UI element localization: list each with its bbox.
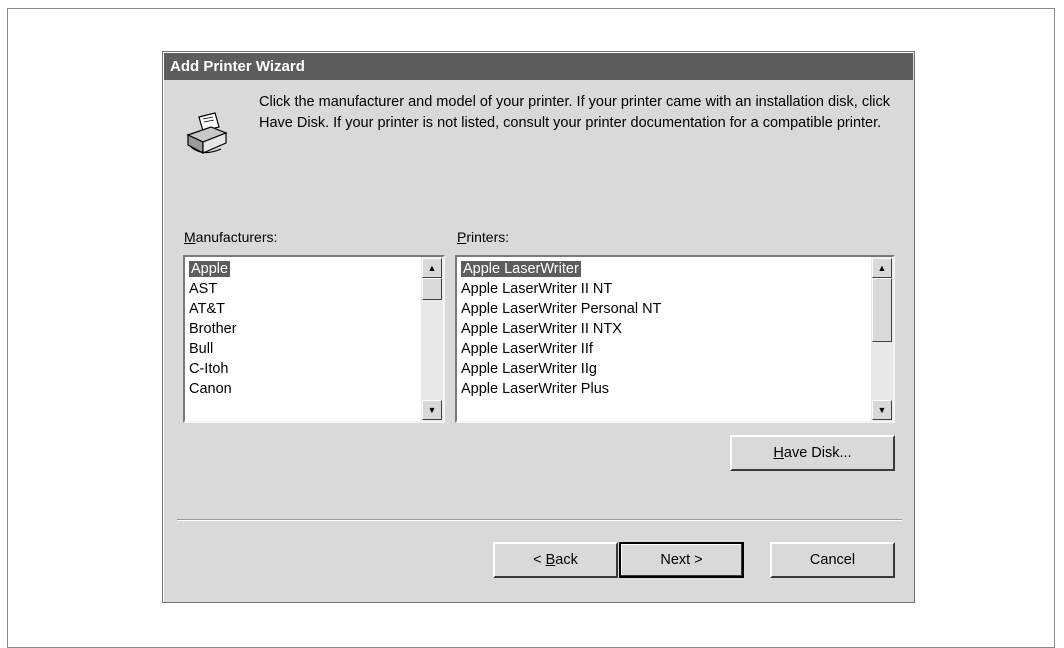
wizard-instructions: Click the manufacturer and model of your… (259, 94, 891, 131)
manufacturers-listbox[interactable]: Apple AST AT&T Brother Bull C-Itoh Canon ▲ ▼ (183, 255, 445, 423)
list-item[interactable]: Apple LaserWriter IIf (459, 339, 869, 359)
printers-scrollbar[interactable]: ▲ ▼ (871, 257, 893, 421)
list-item[interactable]: C-Itoh (187, 359, 419, 379)
list-item[interactable]: Apple LaserWriter IIg (459, 359, 869, 379)
list-item[interactable]: Apple LaserWriter II NTX (459, 319, 869, 339)
list-item[interactable]: Canon (187, 379, 419, 399)
list-item[interactable]: Brother (187, 319, 419, 339)
list-item[interactable]: Apple LaserWriter (459, 259, 869, 279)
list-item[interactable]: Bull (187, 339, 419, 359)
have-disk-button[interactable]: Have Disk... (730, 435, 895, 471)
scroll-down-arrow-icon[interactable]: ▼ (422, 400, 442, 420)
printers-listbox[interactable]: Apple LaserWriter Apple LaserWriter II NT… (455, 255, 895, 423)
list-item[interactable]: AT&T (187, 299, 419, 319)
list-item[interactable]: Apple LaserWriter Personal NT (459, 299, 869, 319)
list-item[interactable]: Apple LaserWriter II NT (459, 279, 869, 299)
scroll-up-arrow-icon[interactable]: ▲ (872, 258, 892, 278)
scroll-down-arrow-icon[interactable]: ▼ (872, 400, 892, 420)
add-printer-wizard-dialog: Add Printer Wizard Click the manufacture… (162, 51, 915, 603)
manufacturers-label: Manufacturers: (184, 229, 278, 245)
manufacturers-list: Apple AST AT&T Brother Bull C-Itoh Canon (187, 259, 419, 419)
printer-icon (186, 112, 228, 154)
list-item[interactable]: Apple LaserWriter Plus (459, 379, 869, 399)
next-button[interactable]: Next > (619, 542, 744, 578)
dialog-title: Add Printer Wizard (164, 53, 913, 80)
scroll-thumb[interactable] (872, 278, 892, 342)
cancel-button[interactable]: Cancel (770, 542, 895, 578)
list-item[interactable]: Apple (187, 259, 419, 279)
manufacturers-scrollbar[interactable]: ▲ ▼ (421, 257, 443, 421)
back-button[interactable]: < Back (493, 542, 618, 578)
scroll-up-arrow-icon[interactable]: ▲ (422, 258, 442, 278)
scroll-thumb[interactable] (422, 278, 442, 300)
printers-list: Apple LaserWriter Apple LaserWriter II NT… (459, 259, 869, 419)
list-item[interactable]: AST (187, 279, 419, 299)
separator (177, 519, 902, 521)
printers-label: Printers: (457, 229, 510, 245)
